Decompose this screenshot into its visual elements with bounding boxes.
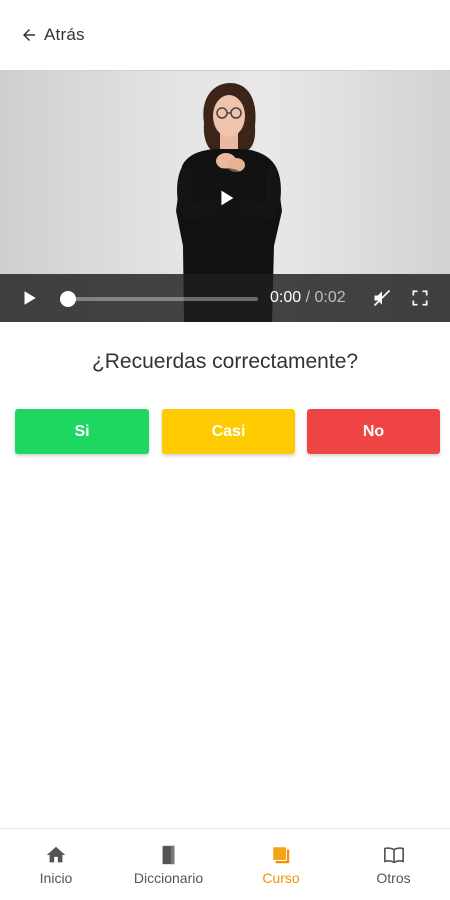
progress-track[interactable] — [68, 297, 258, 301]
nav-item-curso[interactable]: Curso — [225, 829, 337, 900]
nav-label-inicio: Inicio — [39, 870, 73, 886]
book-open-icon — [383, 847, 404, 864]
time-separator: / — [301, 289, 315, 306]
mute-icon[interactable] — [372, 288, 392, 308]
current-time: 0:00 — [270, 289, 302, 306]
back-button[interactable]: Atrás — [20, 25, 85, 45]
answer-buttons: Si Casi No — [15, 409, 440, 454]
answer-almost-button[interactable]: Casi — [162, 409, 295, 454]
duration-time: 0:02 — [314, 289, 346, 306]
bottom-navigation: Inicio Diccionario Curso Otros — [0, 828, 450, 900]
home-icon — [46, 846, 66, 863]
top-bar: Atrás — [0, 0, 450, 70]
arrow-left-icon — [23, 29, 35, 41]
answer-no-button[interactable]: No — [307, 409, 440, 454]
center-play-button[interactable] — [196, 168, 256, 228]
progress-handle[interactable] — [60, 291, 76, 307]
nav-item-otros[interactable]: Otros — [337, 829, 450, 900]
nav-label-curso: Curso — [262, 870, 300, 886]
play-icon — [221, 190, 234, 206]
answer-yes-button[interactable]: Si — [15, 409, 149, 454]
dictionary-icon — [162, 845, 174, 865]
question-text: ¿Recuerdas correctamente? — [91, 350, 359, 373]
nav-label-otros: Otros — [376, 870, 411, 886]
video-controls: 0:00 / 0:02 — [0, 274, 450, 322]
course-icon — [272, 846, 290, 864]
nav-label-diccionario: Diccionario — [133, 870, 204, 886]
play-icon[interactable] — [20, 289, 38, 307]
nav-item-inicio[interactable]: Inicio — [0, 829, 112, 900]
back-label: Atrás — [44, 25, 85, 44]
time-display: 0:00 / 0:02 — [270, 289, 346, 307]
nav-item-diccionario[interactable]: Diccionario — [112, 829, 225, 900]
fullscreen-icon[interactable] — [410, 288, 430, 308]
video-player[interactable]: 0:00 / 0:02 — [0, 70, 450, 322]
